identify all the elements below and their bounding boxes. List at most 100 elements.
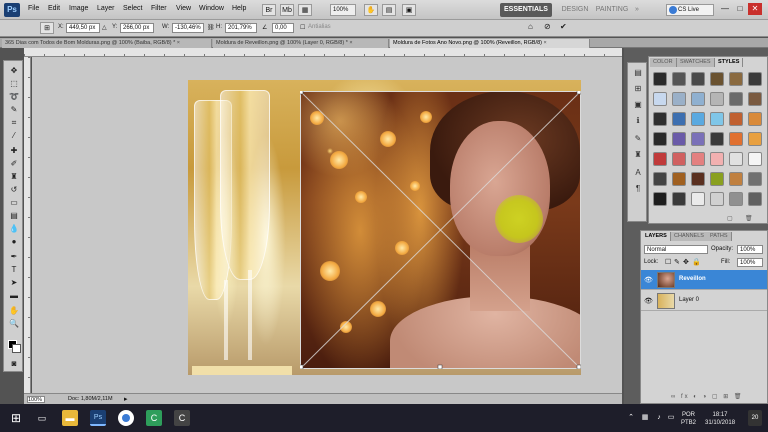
- screen-mode-icon[interactable]: ▣: [402, 4, 416, 16]
- workspace-more[interactable]: »: [632, 3, 642, 17]
- style-swatch[interactable]: [653, 152, 667, 166]
- style-swatch[interactable]: [672, 152, 686, 166]
- style-swatch[interactable]: [748, 72, 762, 86]
- tab-close-icon[interactable]: ×: [177, 40, 180, 46]
- menu-filter[interactable]: Filter: [151, 5, 167, 12]
- tray-arrow-icon[interactable]: ⌃: [626, 410, 636, 426]
- style-swatch[interactable]: [729, 172, 743, 186]
- reference-point-icon[interactable]: ⊞: [40, 22, 54, 34]
- layer-row-layer-0[interactable]: 👁 Layer 0: [641, 291, 767, 311]
- volume-icon[interactable]: ♪: [654, 410, 664, 426]
- hand-icon[interactable]: ✋: [8, 305, 20, 316]
- style-swatch[interactable]: [729, 152, 743, 166]
- background-color-swatch[interactable]: [12, 344, 21, 353]
- blend-mode-select[interactable]: Normal: [644, 245, 708, 254]
- notification-icon[interactable]: 20: [748, 410, 762, 426]
- w-field[interactable]: -130,46%: [172, 23, 204, 33]
- style-swatch[interactable]: [672, 172, 686, 186]
- style-swatch[interactable]: [672, 92, 686, 106]
- lasso-icon[interactable]: ➰: [8, 91, 20, 102]
- style-swatch[interactable]: [653, 132, 667, 146]
- style-swatch[interactable]: [748, 192, 762, 206]
- style-swatch[interactable]: [672, 112, 686, 126]
- photoshop-task-icon[interactable]: Ps: [90, 410, 106, 426]
- commit-transform-icon[interactable]: ✔: [560, 22, 567, 31]
- camtasia-icon[interactable]: C: [146, 410, 162, 426]
- menu-file[interactable]: File: [28, 5, 39, 12]
- delete-style-icon[interactable]: 🗑: [745, 215, 753, 222]
- lock-all-icon[interactable]: 🔒: [692, 258, 701, 266]
- style-swatch[interactable]: [691, 172, 705, 186]
- style-swatch[interactable]: [691, 152, 705, 166]
- style-swatch[interactable]: [710, 152, 724, 166]
- lock-pixels-icon[interactable]: ✎: [674, 258, 680, 266]
- quick-mask-icon[interactable]: ◙: [8, 358, 20, 369]
- eyedropper-icon[interactable]: ⁄: [8, 130, 20, 141]
- style-swatch[interactable]: [672, 72, 686, 86]
- menu-edit[interactable]: Edit: [48, 5, 60, 12]
- link-icon[interactable]: △: [102, 24, 107, 31]
- y-field[interactable]: 266,00 px: [120, 23, 154, 33]
- style-swatch[interactable]: [710, 92, 724, 106]
- warp-icon[interactable]: ⌂: [528, 22, 533, 31]
- cancel-transform-icon[interactable]: ⊘: [544, 22, 551, 31]
- task-view-icon[interactable]: ▭: [34, 410, 50, 426]
- rotate-field[interactable]: 0,00: [272, 23, 294, 33]
- workspace-design[interactable]: DESIGN: [558, 3, 592, 17]
- style-swatch[interactable]: [710, 72, 724, 86]
- maximize-button[interactable]: □: [733, 3, 747, 15]
- minibridge-icon[interactable]: Mb: [280, 4, 294, 16]
- character-panel-icon[interactable]: A: [632, 167, 644, 179]
- style-swatch[interactable]: [691, 72, 705, 86]
- dodge-icon[interactable]: ●: [8, 236, 20, 247]
- style-swatch[interactable]: [710, 132, 724, 146]
- menu-image[interactable]: Image: [69, 5, 88, 12]
- tab-layers[interactable]: LAYERS: [642, 232, 671, 241]
- style-swatch[interactable]: [710, 172, 724, 186]
- tab-channels[interactable]: CHANNELS: [671, 232, 708, 241]
- clone-source-panel-icon[interactable]: ♜: [632, 149, 644, 161]
- paragraph-panel-icon[interactable]: ¶: [632, 183, 644, 195]
- path-select-icon[interactable]: ➤: [8, 277, 20, 288]
- language-indicator[interactable]: POR PTB2: [681, 411, 696, 427]
- clone-stamp-icon[interactable]: ♜: [8, 171, 20, 182]
- style-swatch[interactable]: [691, 112, 705, 126]
- status-zoom[interactable]: 100%: [27, 396, 45, 403]
- bridge-icon[interactable]: Br: [262, 4, 276, 16]
- navigator-panel-icon[interactable]: ▣: [632, 99, 644, 111]
- tab-document-2[interactable]: Moldura de Reveillon.png @ 100% (Layer 0…: [213, 39, 389, 48]
- file-explorer-icon[interactable]: ▬: [62, 410, 78, 426]
- style-swatch[interactable]: [748, 92, 762, 106]
- spot-heal-icon[interactable]: ✚: [8, 145, 20, 156]
- chain-icon[interactable]: ⛓: [207, 24, 215, 31]
- eraser-icon[interactable]: ▭: [8, 197, 20, 208]
- tab-paths[interactable]: PATHS: [707, 232, 732, 241]
- tab-close-icon[interactable]: ×: [349, 40, 352, 46]
- quick-select-icon[interactable]: ✎: [8, 104, 20, 115]
- style-swatch[interactable]: [729, 72, 743, 86]
- style-swatch[interactable]: [653, 172, 667, 186]
- style-swatch[interactable]: [729, 132, 743, 146]
- zoom-icon[interactable]: 🔍: [8, 318, 20, 329]
- type-icon[interactable]: T: [8, 264, 20, 275]
- fill-field[interactable]: 100%: [737, 258, 763, 267]
- style-swatch[interactable]: [653, 192, 667, 206]
- lock-transparency-icon[interactable]: ☐: [665, 258, 671, 266]
- menu-layer[interactable]: Layer: [97, 5, 115, 12]
- marquee-icon[interactable]: ⬚: [8, 78, 20, 89]
- guides-icon[interactable]: ▦: [298, 4, 312, 16]
- style-swatch[interactable]: [691, 132, 705, 146]
- h-field[interactable]: 201,79%: [225, 23, 257, 33]
- menu-select[interactable]: Select: [123, 5, 142, 12]
- menu-window[interactable]: Window: [199, 5, 224, 12]
- new-style-icon[interactable]: ▢: [727, 215, 733, 222]
- style-swatch[interactable]: [672, 132, 686, 146]
- shape-icon[interactable]: ▬: [8, 290, 20, 301]
- style-swatch[interactable]: [748, 132, 762, 146]
- actions-panel-icon[interactable]: ⊞: [632, 83, 644, 95]
- style-swatch[interactable]: [710, 192, 724, 206]
- chrome-icon[interactable]: [118, 410, 134, 426]
- brush-icon[interactable]: ✐: [8, 158, 20, 169]
- menu-help[interactable]: Help: [232, 5, 246, 12]
- menu-view[interactable]: View: [176, 5, 191, 12]
